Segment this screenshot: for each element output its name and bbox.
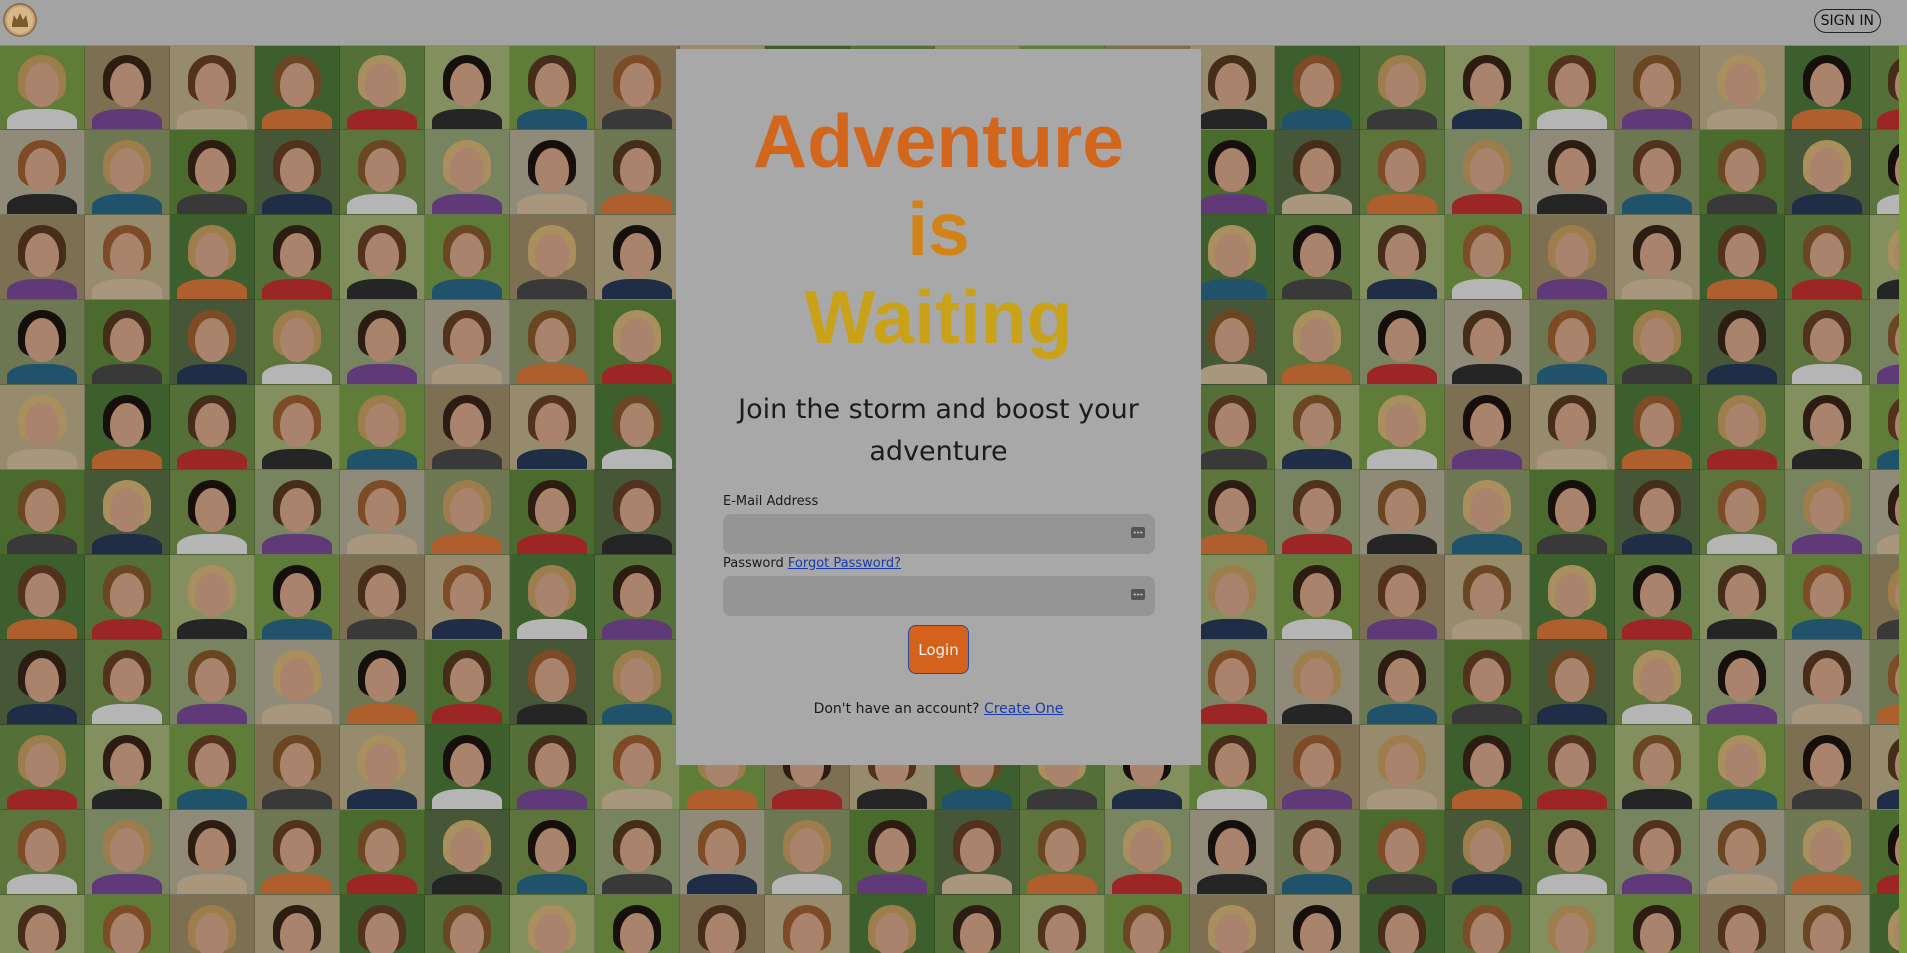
forgot-password-link[interactable]: Forgot Password? (788, 556, 901, 571)
subtitle: Join the storm and boost your adventure (738, 394, 1139, 467)
headline: Adventure is Waiting (676, 97, 1201, 361)
email-label: E-Mail Address (723, 494, 819, 509)
signup-prompt: Don't have an account? (813, 701, 980, 717)
login-button[interactable]: Login (908, 625, 969, 674)
email-field[interactable] (723, 514, 1155, 554)
password-manager-key-icon[interactable] (1131, 589, 1145, 600)
password-label-row: Password Forgot Password? (723, 556, 901, 571)
headline-line-2: is (907, 187, 970, 271)
top-navbar: SIGN IN (0, 0, 1907, 46)
page-edge (1899, 0, 1907, 953)
email-field-wrapper (723, 514, 1155, 554)
login-panel: Adventure is Waiting Join the storm and … (676, 49, 1201, 765)
password-field-wrapper (723, 576, 1155, 616)
crown-emblem-icon[interactable] (3, 3, 37, 37)
create-account-link[interactable]: Create One (984, 701, 1063, 717)
sign-in-button[interactable]: SIGN IN (1813, 9, 1881, 33)
headline-line-1: Adventure (753, 99, 1124, 183)
password-label: Password (723, 556, 784, 571)
password-manager-key-icon[interactable] (1131, 527, 1145, 538)
headline-line-3: Waiting (804, 275, 1073, 359)
password-field[interactable] (723, 576, 1155, 616)
signup-prompt-line: Don't have an account? Create One (676, 701, 1201, 717)
